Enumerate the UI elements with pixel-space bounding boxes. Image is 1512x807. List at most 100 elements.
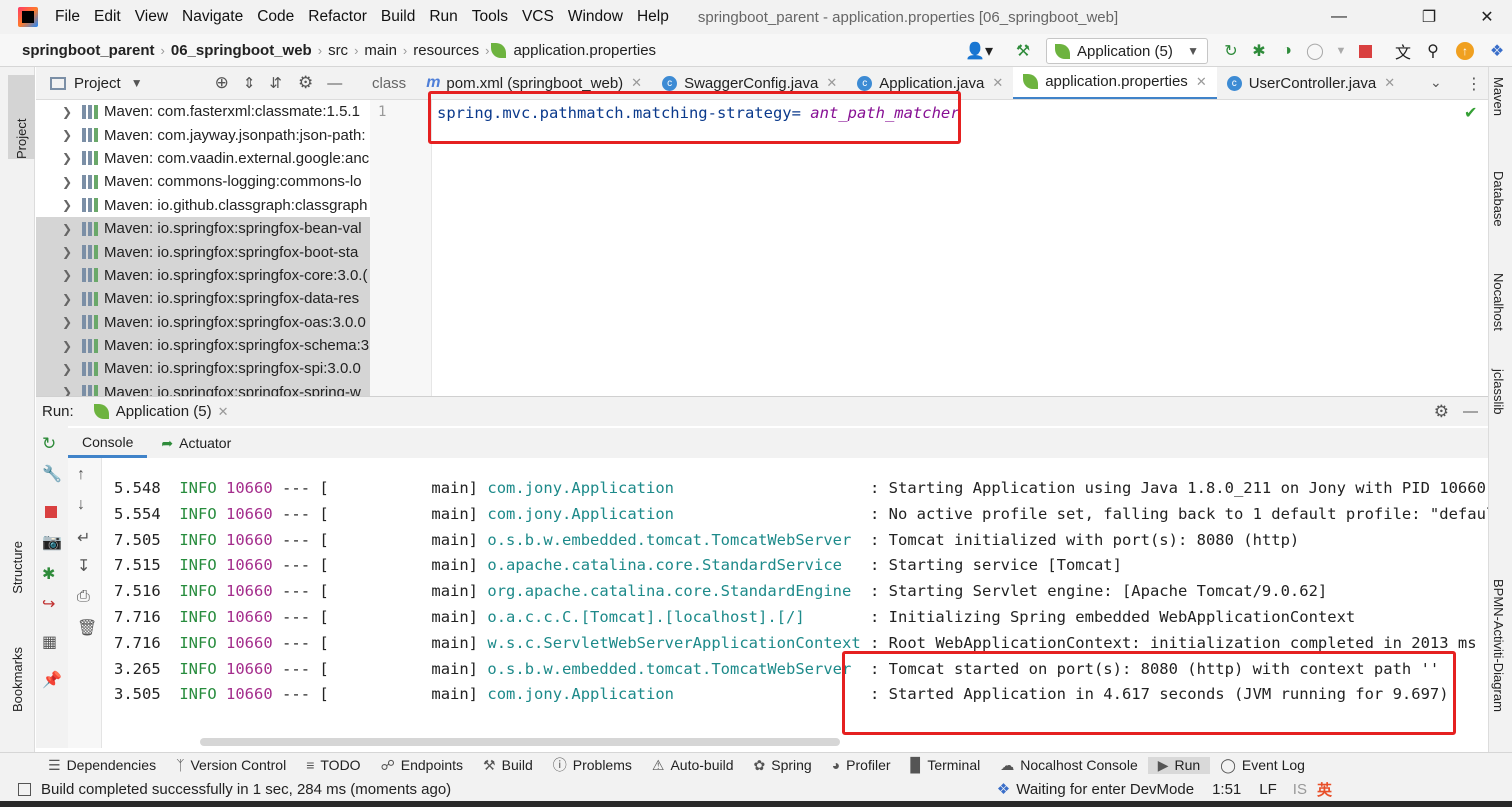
horizontal-scrollbar[interactable] (200, 738, 840, 746)
tool-window-problems[interactable]: ⓘ Problems (543, 755, 642, 775)
camera-icon[interactable]: 📷 (42, 532, 62, 552)
menu-item[interactable]: Refactor (301, 8, 374, 26)
bpmn-tool-button[interactable]: BPMN-Activiti-Diagram (1491, 579, 1506, 715)
jclasslib-tool-button[interactable]: jclasslib (1491, 369, 1506, 418)
editor-tab[interactable]: class (370, 67, 416, 99)
tool-window-event-log[interactable]: ◯ Event Log (1210, 757, 1315, 774)
locate-icon[interactable]: ⊕ (215, 73, 229, 93)
run-config-select[interactable]: Application (5) ▼ (1046, 38, 1208, 64)
exit-icon[interactable]: ↪ (42, 594, 55, 614)
breadcrumb-item[interactable]: resources (409, 42, 483, 59)
coverage-icon[interactable]: ◑ (1276, 40, 1298, 62)
stop-icon[interactable] (45, 506, 57, 518)
gear-icon[interactable]: ⚙ (298, 73, 313, 93)
tree-item[interactable]: ❯ Maven: commons-logging:commons-lo (36, 170, 370, 193)
more-icon[interactable]: ⋮ (1466, 74, 1482, 94)
line-separator[interactable]: LF (1259, 781, 1277, 798)
debug-icon[interactable]: ✱ (1248, 40, 1270, 62)
gear-icon[interactable]: ⚙ (1434, 402, 1449, 422)
tree-item[interactable]: ❯ Maven: io.github.classgraph:classgraph (36, 194, 370, 217)
rerun-icon[interactable]: ↻ (42, 434, 56, 454)
structure-tool-button[interactable]: Structure (10, 541, 25, 598)
chevron-down-icon[interactable]: ⌄ (1430, 74, 1442, 91)
maven-tool-button[interactable]: Maven (1491, 77, 1506, 119)
breadcrumb-item[interactable]: main (360, 42, 401, 59)
tree-item[interactable]: ❯ Maven: io.springfox:springfox-boot-sta (36, 240, 370, 264)
pin-icon[interactable]: 📌 (42, 670, 62, 690)
chevron-right-icon[interactable]: ❯ (62, 339, 82, 353)
tool-window-nocalhost-console[interactable]: ☁ Nocalhost Console (990, 757, 1148, 774)
tool-window-terminal[interactable]: ▉ Terminal (901, 757, 991, 774)
close-icon[interactable]: ✕ (631, 75, 642, 91)
tool-window-endpoints[interactable]: ☍ Endpoints (371, 757, 473, 774)
chevron-down-icon[interactable]: ▼ (1330, 40, 1352, 62)
scroll-to-end-icon[interactable]: ↧ (77, 556, 90, 576)
print-icon[interactable]: ⎙ (77, 588, 90, 606)
debug-icon[interactable]: ✱ (42, 564, 55, 584)
chevron-right-icon[interactable]: ❯ (62, 245, 82, 259)
menu-item[interactable]: Navigate (175, 8, 250, 26)
menu-item[interactable]: Tools (465, 8, 515, 26)
file-encoding[interactable]: IS (1293, 781, 1307, 798)
tool-window-version-control[interactable]: ᛉ Version Control (166, 757, 296, 773)
translate-icon[interactable]: 文 (1392, 40, 1414, 62)
expand-all-icon[interactable]: ⇕ (243, 74, 256, 92)
cursor-position[interactable]: 1:51 (1212, 781, 1241, 798)
menu-item[interactable]: Build (374, 8, 422, 26)
hide-panel-icon[interactable]: — (327, 75, 342, 92)
nocalhost-tool-button[interactable]: Nocalhost (1491, 273, 1506, 334)
trash-icon[interactable]: 🗑 (77, 618, 97, 638)
editor-tab[interactable]: c UserController.java ✕ (1217, 67, 1405, 99)
bookmarks-tool-button[interactable]: Bookmarks (10, 647, 25, 716)
tree-item[interactable]: ❯ Maven: com.vaadin.external.google:anc (36, 147, 370, 170)
hide-panel-icon[interactable]: — (1463, 403, 1478, 420)
project-tool-button[interactable]: Project (8, 75, 35, 159)
chevron-right-icon[interactable]: ❯ (62, 128, 82, 142)
menu-item[interactable]: File (48, 8, 87, 26)
tool-window-dependencies[interactable]: ☰ Dependencies (38, 757, 166, 774)
tree-item[interactable]: ❯ Maven: io.springfox:springfox-oas:3.0.0 (36, 310, 370, 334)
menu-item[interactable]: Run (422, 8, 464, 26)
menu-item[interactable]: Edit (87, 8, 128, 26)
update-icon[interactable]: ↑ (1454, 40, 1476, 62)
minimize-icon[interactable]: — (1316, 0, 1362, 34)
breadcrumb-item[interactable]: springboot_parent (18, 42, 159, 59)
soft-wrap-icon[interactable]: ↵ (77, 528, 90, 548)
arrow-up-icon[interactable]: ↑ (77, 466, 85, 484)
tree-item[interactable]: ❯ Maven: io.springfox:springfox-data-res (36, 287, 370, 311)
chevron-right-icon[interactable]: ❯ (62, 362, 82, 376)
menu-item[interactable]: Window (561, 8, 630, 26)
run-tab[interactable]: Application (5) ✕ (93, 403, 229, 420)
menu-item[interactable]: VCS (515, 8, 561, 26)
menu-item[interactable]: View (128, 8, 175, 26)
close-icon[interactable]: ✕ (992, 75, 1003, 91)
chevron-right-icon[interactable]: ❯ (62, 315, 82, 329)
tree-item[interactable]: ❯ Maven: io.springfox:springfox-schema:3 (36, 333, 370, 358)
layout-icon[interactable]: ▦ (42, 632, 57, 652)
chevron-right-icon[interactable]: ❯ (62, 222, 82, 236)
search-icon[interactable]: ⚲ (1422, 40, 1444, 62)
tree-item[interactable]: ❯ Maven: com.fasterxml:classmate:1.5.1 (36, 100, 370, 123)
tool-window-build[interactable]: ⚒ Build (473, 757, 543, 774)
tree-item[interactable]: ❯ Maven: io.springfox:springfox-bean-val (36, 216, 370, 241)
tool-window-todo[interactable]: ≡ TODO (296, 757, 370, 773)
user-icon[interactable]: 👤▾ (962, 40, 996, 62)
chevron-right-icon[interactable]: ❯ (62, 105, 82, 119)
menu-item[interactable]: Help (630, 8, 676, 26)
plugin-icon[interactable]: ❖ (1486, 40, 1508, 62)
rerun-icon[interactable]: ↻ (1220, 40, 1242, 62)
tree-item[interactable]: ❯ Maven: com.jayway.jsonpath:json-path: (36, 123, 370, 146)
build-hammer-icon[interactable]: ⚒ (1012, 40, 1034, 62)
editor-tab[interactable]: application.properties ✕ (1013, 67, 1217, 99)
chevron-right-icon[interactable]: ❯ (62, 268, 82, 282)
close-icon[interactable]: ✕ (1196, 74, 1207, 90)
chevron-right-icon[interactable]: ❯ (62, 385, 82, 396)
chevron-down-icon[interactable]: ▼ (131, 76, 143, 90)
chevron-right-icon[interactable]: ❯ (62, 292, 82, 306)
close-icon[interactable]: ✕ (218, 404, 229, 420)
ime-indicator[interactable]: 英 (1317, 779, 1332, 800)
chevron-right-icon[interactable]: ❯ (62, 175, 82, 189)
breadcrumb-item[interactable]: 06_springboot_web (167, 42, 316, 59)
menu-item[interactable]: Code (250, 8, 301, 26)
stop-icon[interactable] (1354, 40, 1376, 62)
